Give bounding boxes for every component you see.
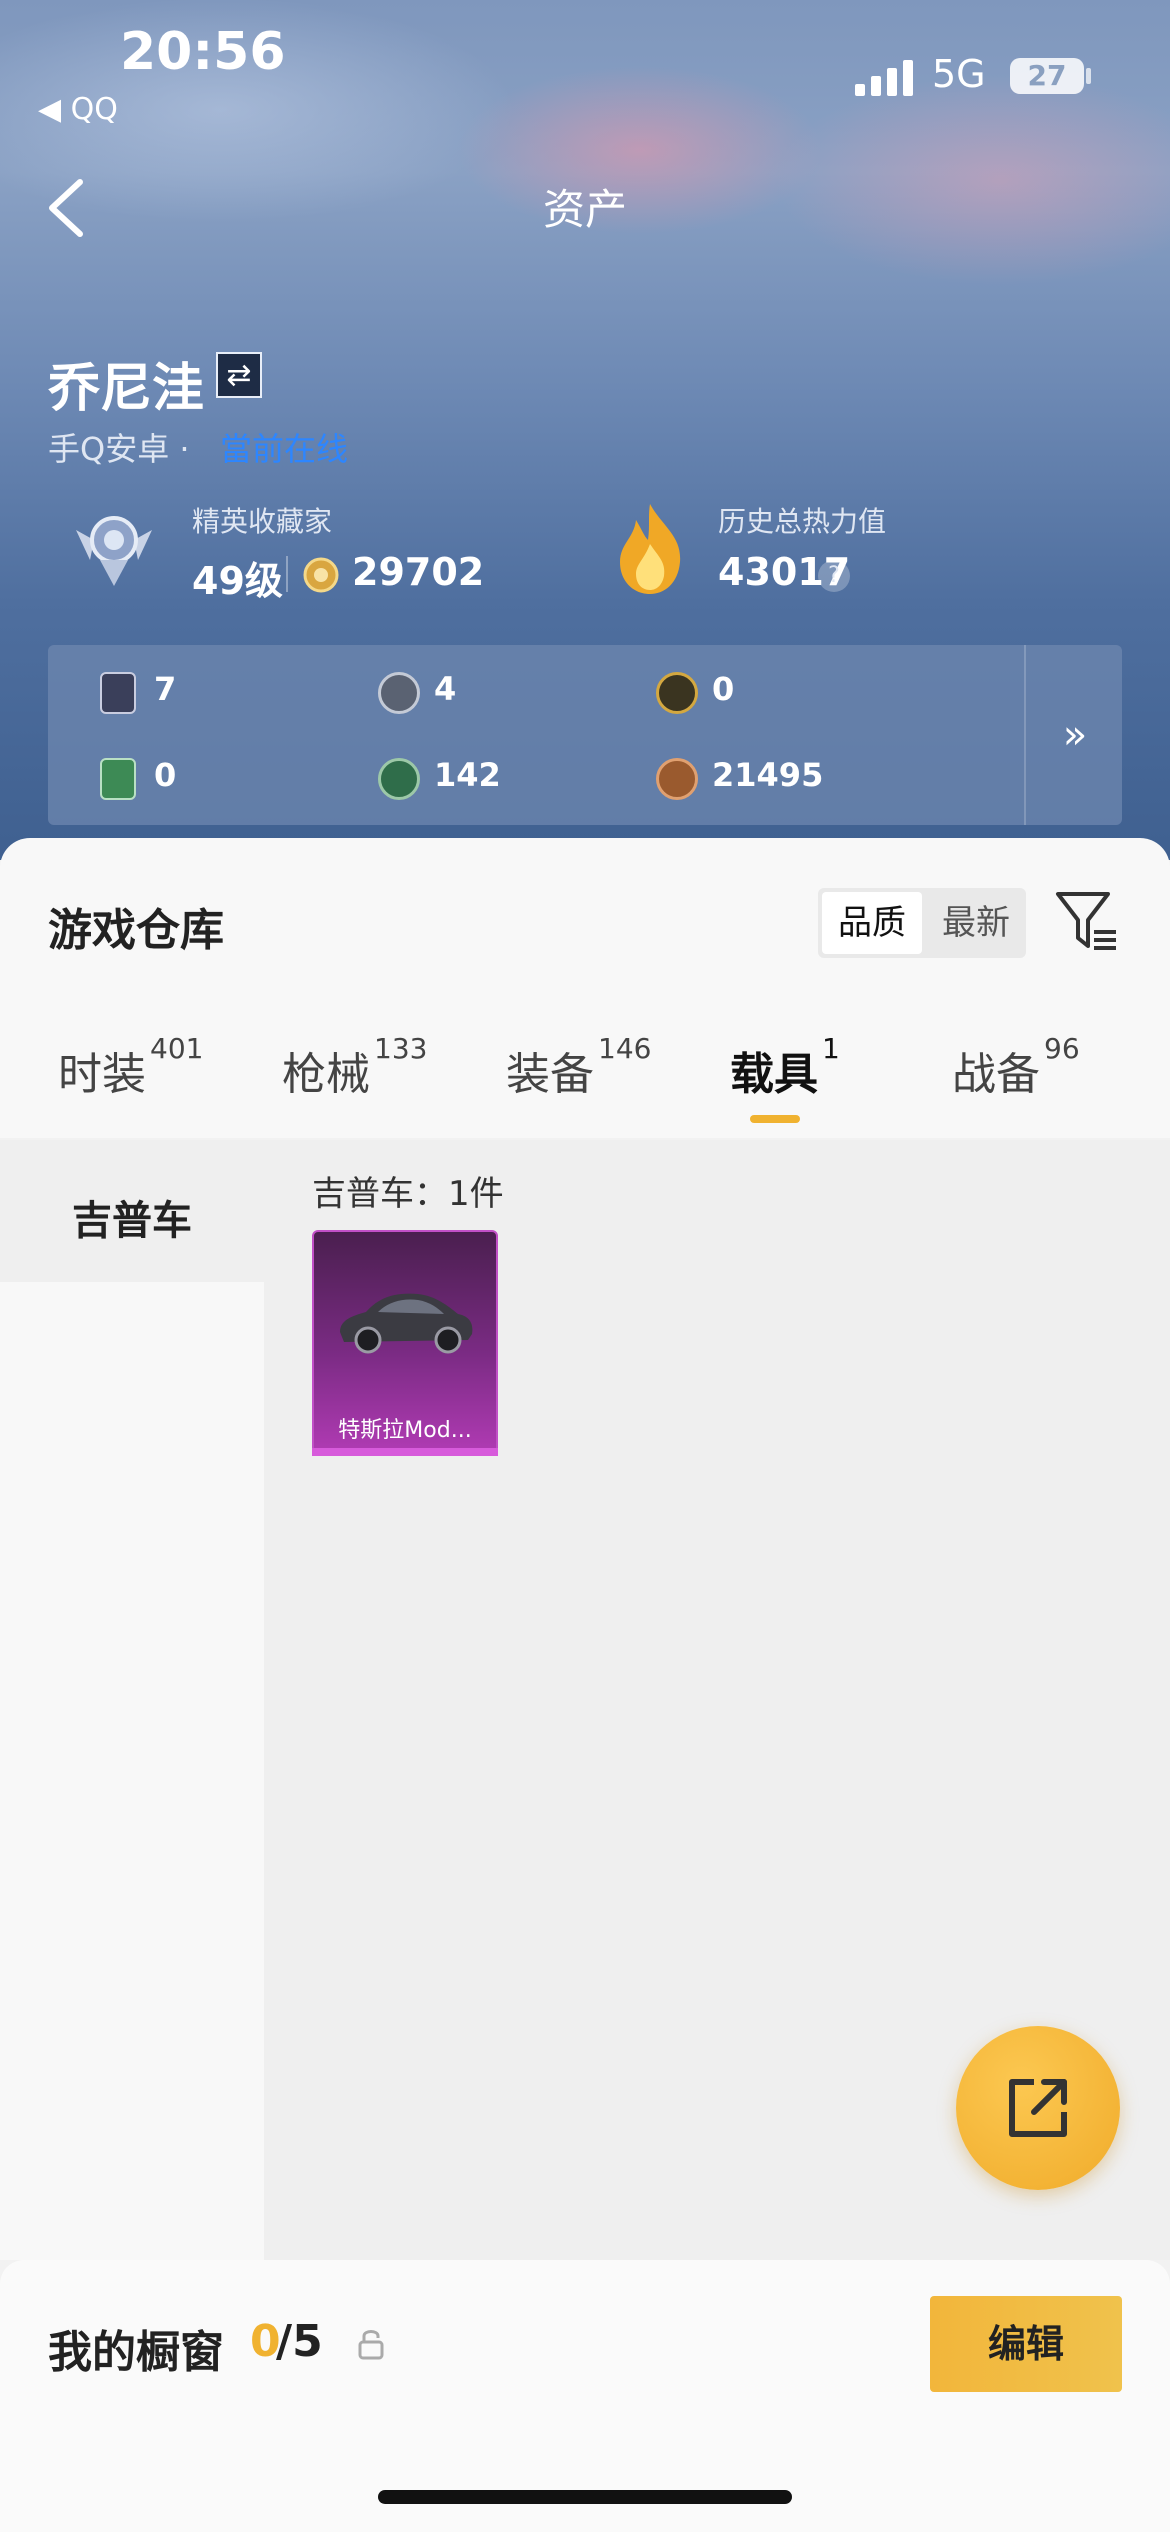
car-icon <box>340 1293 473 1354</box>
currency-value: 4 <box>434 670 457 708</box>
card-green-icon <box>100 758 136 800</box>
item-count-label: 吉普车：1件 <box>312 1174 504 1214</box>
item-name: 特斯拉Mod... <box>338 1418 472 1443</box>
rank-title: 精英收藏家 <box>192 505 333 538</box>
coin-gold-icon <box>656 672 698 714</box>
coin-bronze-icon <box>656 758 698 800</box>
coin-silver-icon <box>378 672 420 714</box>
lock-icon <box>358 2330 384 2360</box>
currency-value: 7 <box>154 670 177 708</box>
rarity-bar <box>312 1448 498 1456</box>
player-level: 49级 <box>192 559 283 603</box>
page-title: 资产 <box>542 185 627 234</box>
currency-value: 21495 <box>712 756 824 794</box>
sort-quality-button[interactable]: 品质 <box>822 892 922 954</box>
tab-equipment[interactable]: 装备146 <box>506 1032 651 1102</box>
rank-badge-icon <box>76 516 152 586</box>
share-icon <box>1009 2079 1067 2137</box>
platform-label: 手Q安卓 · <box>48 430 190 468</box>
currency-panel <box>48 645 1122 825</box>
heat-title: 历史总热力值 <box>718 505 887 538</box>
category-sidebar <box>0 1140 264 2260</box>
online-status: 當前在线 <box>220 430 349 468</box>
sidebar-item-label: 吉普车 <box>72 1198 192 1244</box>
player-name: 乔尼洼 <box>48 359 205 419</box>
coin-green-icon <box>378 758 420 800</box>
divider <box>286 556 288 592</box>
currency-value: 0 <box>712 670 735 708</box>
signal-icon <box>855 60 915 96</box>
tab-fashion[interactable]: 时装401 <box>58 1032 203 1102</box>
tab-vehicles[interactable]: 载具1 <box>730 1032 840 1102</box>
back-to-app-link[interactable]: ◀ QQ <box>38 92 118 127</box>
active-tab-indicator <box>750 1115 800 1123</box>
sort-newest-button[interactable]: 最新 <box>926 892 1026 954</box>
currency-value: 0 <box>154 756 177 794</box>
filter-icon[interactable] <box>1054 888 1120 954</box>
status-time: 20:56 <box>120 22 286 82</box>
flame-icon <box>620 504 681 594</box>
card-purple-icon <box>100 672 136 714</box>
showcase-label: 我的橱窗 <box>48 2327 224 2378</box>
battery-level: 27 <box>1027 59 1067 92</box>
collector-points: 29702 <box>352 550 485 594</box>
edit-button[interactable]: 编辑 <box>930 2296 1122 2392</box>
help-icon[interactable]: ? <box>818 560 850 592</box>
tab-supplies[interactable]: 战备96 <box>952 1032 1080 1102</box>
currency-value: 142 <box>434 756 501 794</box>
warehouse-title: 游戏仓库 <box>48 905 224 956</box>
expand-currencies-button[interactable]: » <box>1024 645 1124 825</box>
tab-weapons[interactable]: 枪械133 <box>282 1032 427 1102</box>
showcase-total: /5 <box>276 2316 323 2367</box>
home-indicator[interactable] <box>378 2490 792 2504</box>
network-type: 5G <box>932 52 986 96</box>
switch-account-icon[interactable]: ⇄ <box>216 352 262 398</box>
battery-tip <box>1086 68 1091 84</box>
collector-coin-icon <box>303 557 339 593</box>
